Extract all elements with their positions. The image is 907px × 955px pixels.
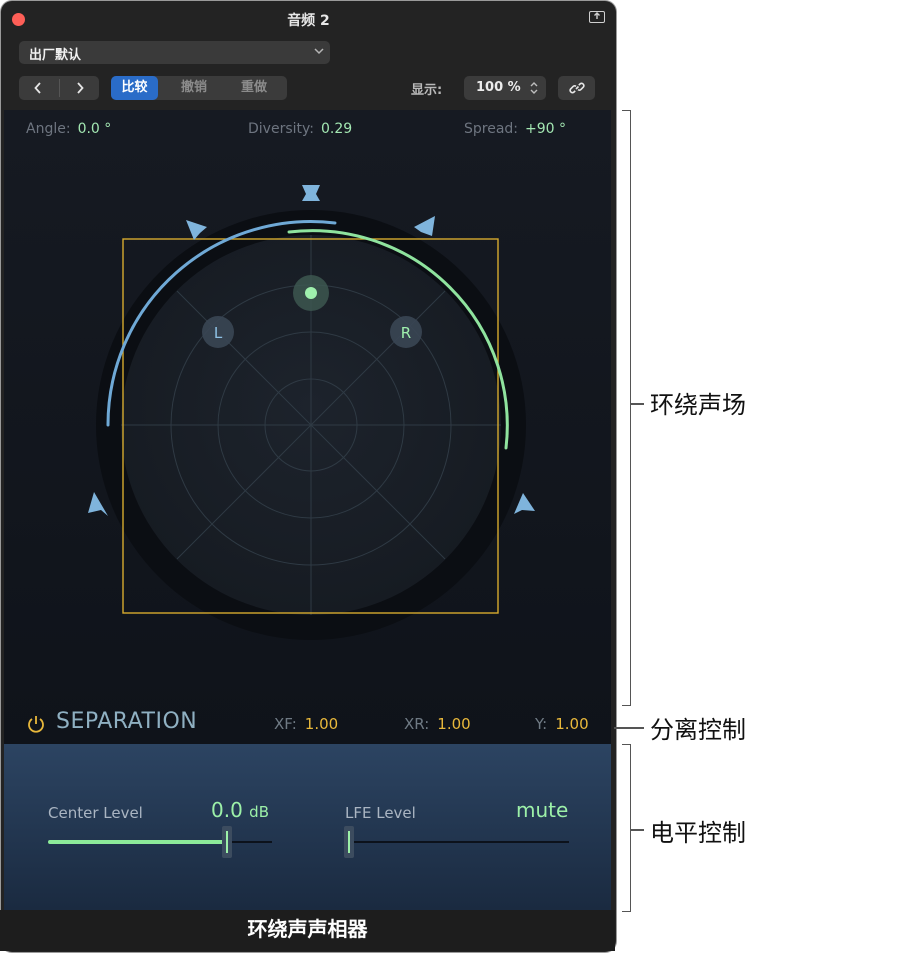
- separation-callout: 分离控制: [650, 716, 746, 744]
- surround-field-leader: [630, 403, 644, 405]
- right-front-speaker-icon: [414, 216, 435, 236]
- xf-value[interactable]: 1.00: [305, 715, 338, 733]
- xr-readout: XR: 1.00: [404, 715, 471, 733]
- level-controls-bracket: [622, 744, 631, 912]
- link-button[interactable]: [558, 76, 595, 100]
- lfe-level-value[interactable]: mute: [516, 798, 568, 822]
- surround-field[interactable]: Angle: 0.0 ° Diversity: 0.29 Spread: +90 °: [4, 110, 611, 744]
- xf-label: XF:: [274, 715, 297, 733]
- surround-panner-graphic: L R: [88, 185, 535, 640]
- xr-label: XR:: [404, 715, 430, 733]
- separation-title: SEPARATION: [56, 709, 198, 734]
- y-value[interactable]: 1.00: [555, 715, 588, 733]
- center-level-label: Center Level: [48, 804, 143, 822]
- expand-icon[interactable]: [589, 11, 605, 23]
- compare-button[interactable]: 比较: [111, 76, 158, 100]
- surround-field-callout: 环绕声场: [650, 391, 746, 419]
- panner-puck[interactable]: [305, 287, 317, 299]
- previous-preset-button[interactable]: [19, 76, 59, 100]
- y-label: Y:: [535, 715, 548, 733]
- window-title: 音频 2: [287, 13, 330, 29]
- title-bar: 音频 2: [1, 1, 616, 37]
- xf-readout: XF: 1.00: [274, 715, 338, 733]
- center-speaker-icon: [302, 185, 320, 201]
- power-icon[interactable]: [26, 714, 46, 734]
- lfe-level-label: LFE Level: [345, 804, 416, 822]
- separation-leader: [614, 727, 644, 729]
- y-readout: Y: 1.00: [535, 715, 589, 733]
- link-icon: [569, 82, 585, 94]
- zoom-value: 100 %: [476, 80, 521, 95]
- center-level-unit: dB: [249, 803, 269, 821]
- level-controls: Center Level 0.0 dB LFE Level mute: [4, 744, 611, 910]
- left-front-speaker-icon: [186, 220, 207, 240]
- lfe-level-track[interactable]: [345, 841, 569, 843]
- display-label: 显示:: [411, 83, 443, 98]
- preset-label: 出厂默认: [29, 48, 82, 63]
- center-level-slider-knob[interactable]: [222, 826, 233, 858]
- level-controls-leader: [630, 829, 644, 831]
- redo-button[interactable]: 重做: [226, 76, 282, 100]
- separation-controls: SEPARATION XF: 1.00 XR: 1.00 Y: 1.00: [4, 705, 611, 744]
- center-level-value[interactable]: 0.0: [211, 798, 243, 822]
- chevron-left-icon: [34, 82, 41, 94]
- right-surround-speaker-icon: [514, 493, 535, 514]
- compare-undo-group: 比较 撤销 重做: [111, 76, 287, 100]
- lfe-level-slider-knob[interactable]: [344, 826, 354, 858]
- stepper-icon: [530, 82, 538, 94]
- chevron-down-icon: [314, 48, 324, 55]
- xr-value[interactable]: 1.00: [437, 715, 470, 733]
- left-channel-label: L: [214, 324, 223, 342]
- left-surround-speaker-icon: [88, 492, 108, 516]
- next-preset-button[interactable]: [59, 76, 99, 100]
- surround-field-bracket: [622, 110, 631, 706]
- preset-nav-group: [19, 76, 99, 100]
- preset-dropdown[interactable]: 出厂默认: [19, 41, 330, 64]
- undo-button[interactable]: 撤销: [166, 76, 222, 100]
- chevron-right-icon: [77, 82, 84, 94]
- zoom-stepper[interactable]: 100 %: [464, 76, 546, 100]
- center-level-readout: 0.0 dB: [211, 798, 269, 822]
- center-level-fill: [48, 840, 228, 844]
- right-channel-label: R: [401, 324, 411, 342]
- caption: 环绕声声相器: [0, 910, 615, 951]
- level-controls-callout: 电平控制: [650, 819, 746, 847]
